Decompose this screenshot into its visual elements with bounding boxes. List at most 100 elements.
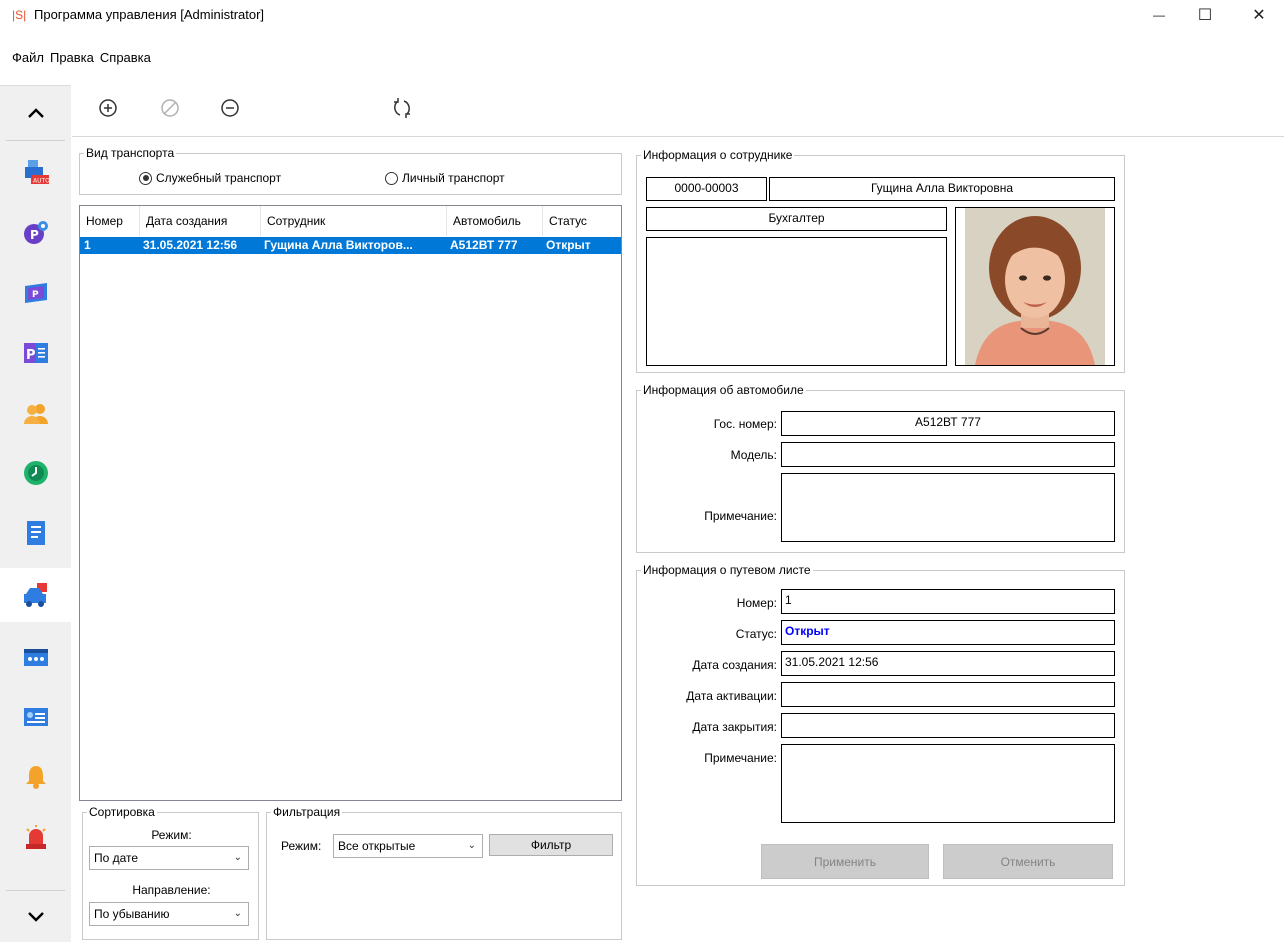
sidebar-scroll-down-button[interactable] [0, 891, 71, 943]
apply-button[interactable]: Применить [761, 844, 929, 879]
svg-text:P: P [30, 228, 39, 242]
employee-name-field[interactable]: Гущина Алла Викторовна [769, 177, 1115, 201]
column-header-created[interactable]: Дата создания [140, 206, 261, 236]
clock-icon [23, 461, 48, 485]
add-button[interactable] [93, 93, 123, 123]
column-header-number[interactable]: Номер [80, 206, 140, 236]
cell-car: А512ВТ 777 [450, 238, 518, 252]
close-button[interactable]: ✕ [1236, 0, 1282, 30]
filter-button[interactable]: Фильтр [489, 834, 613, 856]
svg-text:AUTO: AUTO [33, 178, 49, 185]
employee-notes-field[interactable] [646, 237, 947, 366]
radio-personal-label: Личный транспорт [402, 171, 505, 185]
sort-mode-select[interactable]: По дате ⌄ [89, 846, 249, 870]
filter-mode-select[interactable]: Все открытые ⌄ [333, 834, 483, 858]
sorting-title: Сортировка [87, 805, 157, 819]
id-card-icon [23, 708, 48, 726]
bell-icon [25, 766, 46, 789]
cancel-button[interactable]: Отменить [943, 844, 1113, 879]
model-field[interactable] [781, 442, 1115, 467]
waybill-note-field[interactable] [781, 744, 1115, 823]
users-icon [23, 404, 48, 424]
sidebar-scroll-up-button[interactable] [0, 86, 71, 140]
maximize-button[interactable]: ☐ [1182, 0, 1228, 30]
window-title: Программа управления [Administrator] [34, 7, 265, 22]
sort-mode-value: По дате [94, 851, 139, 865]
sidebar-item-auto-print[interactable]: AUTO [0, 145, 71, 199]
sidebar-item-documents[interactable] [0, 506, 71, 560]
filter-mode-value: Все открытые [338, 839, 416, 853]
model-label: Модель: [730, 448, 777, 462]
title-bar: |S| Программа управления [Administrator]… [0, 0, 1284, 30]
vehicle-icon [23, 583, 47, 607]
sidebar-item-gates[interactable] [0, 630, 71, 684]
cell-status: Открыт [546, 238, 591, 252]
chevron-down-icon [27, 912, 44, 922]
radio-personal-transport[interactable]: Личный транспорт [385, 171, 505, 185]
column-header-car[interactable]: Автомобиль [447, 206, 543, 236]
disable-button[interactable] [155, 93, 185, 123]
app-logo: |S| [12, 8, 27, 22]
waybill-closed-label: Дата закрытия: [692, 720, 777, 734]
parking-settings-icon: P [23, 221, 48, 244]
sorting-group: Сортировка Режим: По дате ⌄ Направление:… [82, 805, 259, 940]
menu-edit[interactable]: Правка [48, 50, 98, 72]
sort-direction-value: По убыванию [94, 907, 170, 921]
filter-mode-label: Режим: [281, 839, 322, 853]
parking-ticket-icon: P [24, 283, 47, 303]
waybill-note-label: Примечание: [704, 751, 777, 765]
car-note-label: Примечание: [704, 509, 777, 523]
plus-circle-icon [99, 99, 117, 117]
sort-mode-label: Режим: [151, 828, 192, 842]
sidebar-item-vehicles[interactable] [0, 568, 71, 622]
column-header-status[interactable]: Статус [543, 206, 621, 236]
waybill-created-label: Дата создания: [692, 658, 777, 672]
chevron-down-icon: ⌄ [467, 840, 476, 851]
filter-title: Фильтрация [271, 805, 343, 819]
minimize-icon: — [1153, 8, 1165, 22]
sidebar-item-notifications[interactable] [0, 750, 71, 804]
plate-label: Гос. номер: [713, 417, 777, 431]
sidebar-item-time[interactable] [0, 446, 71, 500]
waybill-number-field[interactable]: 1 [781, 589, 1115, 614]
employee-position-field[interactable]: Бухгалтер [646, 207, 947, 231]
cell-employee: Гущина Алла Викторов... [264, 238, 413, 252]
transport-type-title: Вид транспорта [84, 146, 177, 160]
employee-info-group: Информация о сотруднике 0000-00003 Гущин… [636, 148, 1125, 373]
table-row[interactable]: 1 31.05.2021 12:56 Гущина Алла Викторов.… [80, 237, 621, 254]
refresh-icon [394, 98, 410, 118]
sidebar-item-users[interactable] [0, 386, 71, 440]
car-info-title: Информация об автомобиле [641, 383, 806, 397]
car-note-field[interactable] [781, 473, 1115, 542]
filter-group: Фильтрация Режим: Все открытые ⌄ Фильтр [266, 805, 622, 940]
remove-button[interactable] [215, 93, 245, 123]
plate-field[interactable]: А512ВТ 777 [781, 411, 1115, 436]
waybill-activated-label: Дата активации: [686, 689, 777, 703]
radio-service-transport[interactable]: Служебный транспорт [139, 171, 281, 185]
chevron-down-icon: ⌄ [233, 852, 242, 863]
menu-file[interactable]: Файл [0, 50, 48, 72]
employee-id-field[interactable]: 0000-00003 [646, 177, 767, 201]
waybill-closed-field[interactable] [781, 713, 1115, 738]
toolbar [72, 85, 1284, 137]
minimize-button[interactable]: — [1136, 0, 1182, 30]
alarm-light-icon [25, 825, 46, 849]
waybill-table[interactable]: Номер Дата создания Сотрудник Автомобиль… [79, 205, 622, 801]
forbidden-icon [161, 99, 179, 117]
column-header-employee[interactable]: Сотрудник [261, 206, 447, 236]
menu-bar: Файл Правка Справка [0, 50, 155, 72]
radio-selected-indicator [139, 171, 152, 185]
sidebar-item-alarms[interactable] [0, 810, 71, 864]
divider [6, 140, 65, 141]
sidebar-item-parking-settings[interactable]: P [0, 206, 71, 260]
waybill-created-field[interactable]: 31.05.2021 12:56 [781, 651, 1115, 676]
refresh-button[interactable] [387, 93, 417, 123]
waybill-status-field[interactable]: Открыт [781, 620, 1115, 645]
sidebar-item-id-cards[interactable] [0, 690, 71, 744]
radio-unselected-indicator [385, 171, 398, 185]
sort-direction-select[interactable]: По убыванию ⌄ [89, 902, 249, 926]
waybill-activated-field[interactable] [781, 682, 1115, 707]
menu-help[interactable]: Справка [98, 50, 155, 72]
sidebar-item-parking-ticket[interactable]: P [0, 266, 71, 320]
sidebar-item-parking-list[interactable]: P [0, 326, 71, 380]
